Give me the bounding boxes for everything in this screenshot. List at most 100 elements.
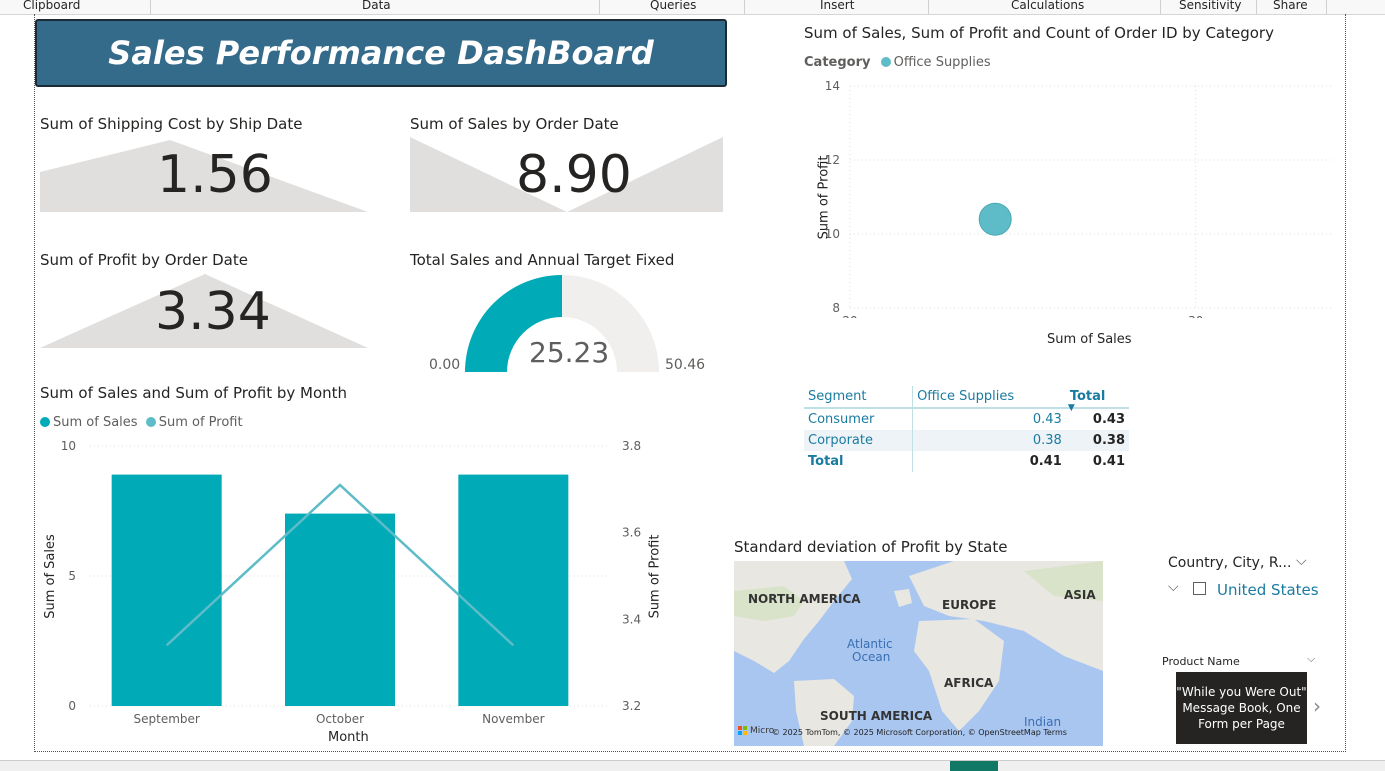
dashboard-title: Sales Performance DashBoard	[108, 34, 654, 72]
legend-dot-sales	[40, 417, 50, 427]
ribbon-data[interactable]: Data	[362, 0, 391, 12]
matrix-total-cell: 0.38	[1092, 433, 1125, 448]
y2-tick-label: 3.6	[622, 526, 641, 540]
ribbon-separator	[1160, 0, 1161, 14]
scatter-title: Sum of Sales, Sum of Profit and Count of…	[804, 24, 1274, 42]
map-label-asia: ASIA	[1064, 588, 1096, 602]
matrix-row[interactable]: Consumer 0.43 0.43	[804, 408, 1129, 430]
combo-legend: Sum of Sales Sum of Profit	[40, 415, 243, 430]
dashboard-title-banner[interactable]: Sales Performance DashBoard	[35, 19, 727, 87]
ribbon-separator	[1326, 0, 1327, 14]
y2-tick-label: 3.4	[622, 612, 641, 626]
ribbon-separator	[599, 0, 600, 14]
y2-tick-label: 3.8	[622, 439, 641, 453]
x-tick-label: October	[316, 712, 364, 726]
x-tick-label: September	[134, 712, 200, 726]
ribbon-separator	[928, 0, 929, 14]
chevron-right-icon[interactable]: ›	[1313, 694, 1321, 718]
map-ms-logo-text: Micro	[750, 726, 775, 736]
map-label-africa: AFRICA	[944, 676, 994, 690]
chevron-down-icon[interactable]: ⌵	[1296, 553, 1307, 569]
matrix-header-category[interactable]: Office Supplies	[912, 386, 1066, 408]
expand-chevron-icon[interactable]: ⌵	[1168, 579, 1179, 595]
ribbon-clipboard[interactable]: Clipboard	[23, 0, 80, 12]
matrix-header-segment[interactable]: Segment	[804, 386, 913, 408]
ribbon-insert[interactable]: Insert	[820, 0, 854, 12]
gauge-min: 0.00	[429, 357, 461, 373]
y-tick-label: 10	[61, 439, 76, 453]
ribbon: Clipboard Data Queries Insert Calculatio…	[0, 0, 1385, 15]
y-tick-label: 5	[68, 569, 76, 583]
scatter-legend: Category Office Supplies	[804, 55, 991, 70]
product-header: Product Name	[1162, 655, 1240, 668]
x-tick-label: 30	[1188, 314, 1203, 318]
ribbon-share[interactable]: Share	[1273, 0, 1308, 12]
kpi-sales-title: Sum of Sales by Order Date	[410, 115, 619, 133]
kpi-shipping-value: 1.56	[157, 145, 273, 205]
sales-bar	[111, 474, 222, 706]
map-title: Standard deviation of Profit by State	[734, 538, 1008, 556]
ribbon-queries[interactable]: Queries	[650, 0, 696, 12]
map-attribution[interactable]: © 2025 TomTom, © 2025 Microsoft Corporat…	[772, 728, 1067, 737]
map-label-ocean: Ocean	[852, 650, 891, 664]
gauge-title: Total Sales and Annual Target Fixed	[410, 251, 675, 269]
page-tabs-bar	[0, 760, 1385, 771]
kpi-sales-value: 8.90	[516, 145, 632, 205]
map-label-indian: Indian	[1024, 715, 1062, 729]
kpi-profit-value: 3.34	[155, 282, 271, 342]
matrix-total-cell: 0.43	[1092, 412, 1125, 427]
slicer-checkbox[interactable]	[1193, 582, 1206, 595]
slicer-item-united-states[interactable]: United States	[1217, 581, 1319, 599]
y-tick-label: 8	[832, 301, 840, 315]
ribbon-separator	[744, 0, 745, 14]
matrix-total-row[interactable]: Total 0.41 0.41	[804, 451, 1129, 472]
ribbon-sensitivity[interactable]: Sensitivity	[1179, 0, 1241, 12]
combo-plot-area: 10 5 0 3.8 3.6 3.4 3.2 September October November	[61, 439, 641, 726]
map-label-south-america: SOUTH AMERICA	[820, 709, 933, 723]
legend-sales[interactable]: Sum of Sales	[53, 415, 138, 430]
kpi-profit-title: Sum of Profit by Order Date	[40, 251, 248, 269]
combo-title: Sum of Sales and Sum of Profit by Month	[40, 384, 348, 402]
x-tick-label: November	[482, 712, 544, 726]
legend-dot-profit	[145, 417, 156, 427]
map-label-atlantic: Atlantic	[847, 637, 893, 651]
scatter-legend-item[interactable]: Office Supplies	[894, 55, 991, 70]
product-tooltip: "While you Were Out" Message Book, One F…	[1176, 672, 1307, 744]
microsoft-logo-icon	[738, 726, 748, 736]
slicer-header: Country, City, R...	[1168, 555, 1292, 571]
matrix-header-total[interactable]: Total ▼	[1066, 386, 1129, 413]
gauge-max: 50.46	[665, 357, 706, 373]
combo-xlabel: Month	[328, 730, 369, 745]
matrix-row-label: Corporate	[808, 433, 873, 448]
legend-profit[interactable]: Sum of Profit	[159, 415, 243, 430]
kpi-shipping-title: Sum of Shipping Cost by Ship Date	[40, 115, 303, 133]
matrix-cell: 0.38	[912, 430, 1066, 451]
segment-matrix[interactable]: Segment Office Supplies Total ▼ Consumer …	[804, 386, 1129, 472]
matrix-cell: 0.41	[912, 451, 1066, 472]
matrix-header-total-label: Total	[1069, 389, 1106, 404]
x-tick-label: 20	[842, 314, 857, 318]
y2-tick-label: 3.2	[622, 699, 641, 713]
matrix-row[interactable]: Corporate 0.38 0.38	[804, 430, 1129, 451]
gauge-value: 25.23	[529, 336, 610, 369]
scatter-xlabel: Sum of Sales	[1047, 332, 1132, 347]
matrix-row-label: Consumer	[808, 412, 875, 427]
scatter-legend-label: Category	[804, 55, 871, 70]
sort-desc-icon: ▼	[1067, 403, 1075, 413]
ribbon-calculations[interactable]: Calculations	[1011, 0, 1084, 12]
sales-bar	[458, 474, 569, 706]
chevron-down-icon[interactable]: ⌵	[1307, 652, 1315, 666]
combo-ylabel-left: Sum of Sales	[42, 534, 58, 619]
map-label-north-america: NORTH AMERICA	[748, 592, 861, 606]
ribbon-separator	[150, 0, 151, 14]
combo-ylabel-right: Sum of Profit	[647, 534, 663, 619]
map-label-europe: EUROPE	[942, 598, 997, 612]
scatter-ylabel: Sum of Profit	[816, 155, 832, 240]
scatter-plot-area: 14121082030	[825, 79, 1334, 318]
matrix-total-cell: 0.41	[1092, 454, 1125, 469]
sales-bar	[285, 513, 395, 706]
ribbon-separator	[1256, 0, 1257, 14]
scatter-point	[978, 202, 1012, 236]
matrix-cell: 0.43	[912, 408, 1066, 430]
scatter-legend-dot	[880, 57, 891, 67]
